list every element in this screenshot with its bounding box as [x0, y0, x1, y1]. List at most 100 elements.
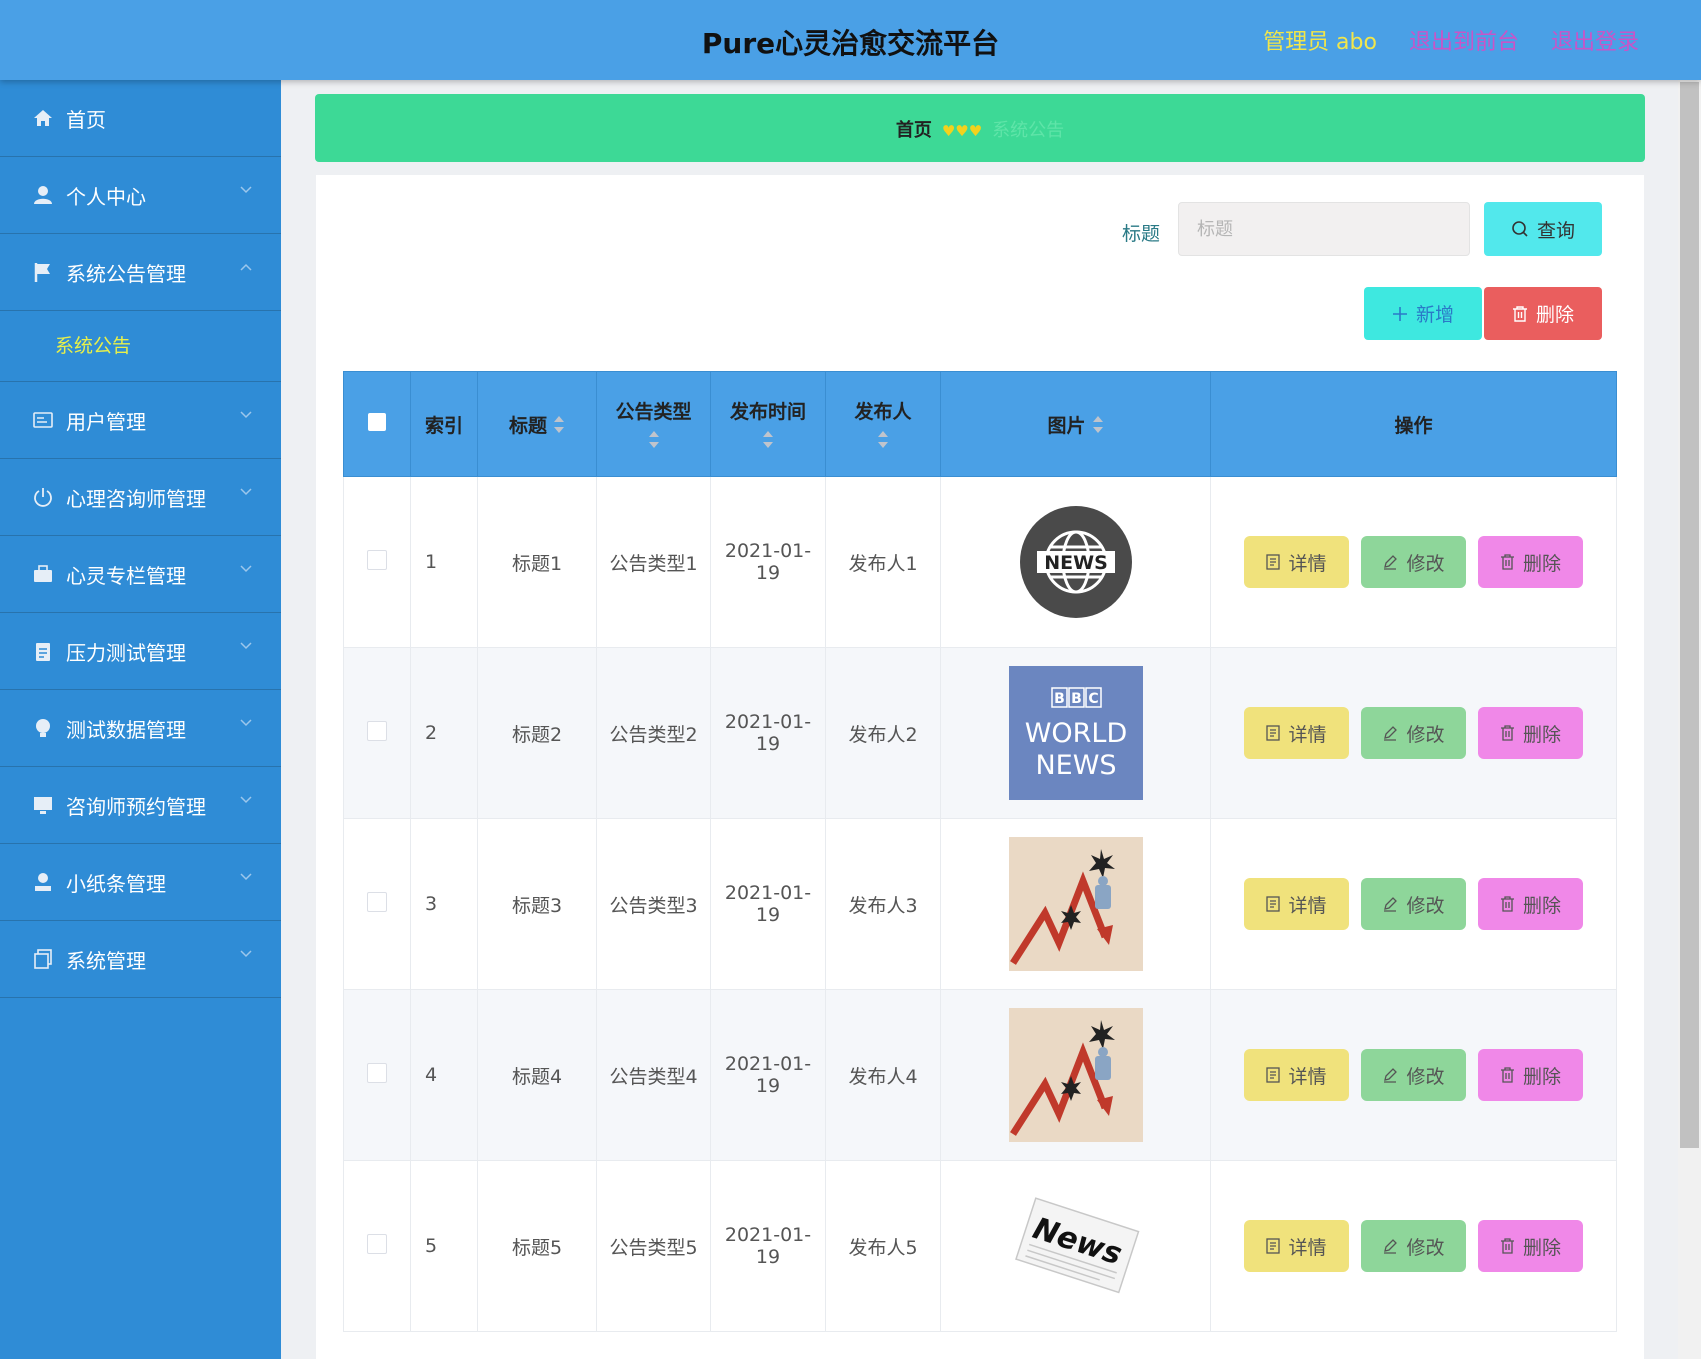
- top-links: 管理员 abo 退出到前台 退出登录: [1263, 24, 1639, 56]
- edit-icon: [1384, 897, 1398, 912]
- sort-icon[interactable]: [553, 415, 565, 437]
- detail-button-label: 详情: [1288, 552, 1327, 575]
- column-header-actions: 操作: [1210, 371, 1617, 477]
- person-icon: [35, 873, 51, 891]
- delete-button[interactable]: 删除: [1478, 1049, 1583, 1101]
- edit-button[interactable]: 修改: [1361, 707, 1466, 759]
- cell-image: [940, 989, 1211, 1161]
- sidebar-item-label: 小纸条管理: [66, 871, 166, 896]
- logout-link[interactable]: 退出登录: [1551, 24, 1639, 56]
- sidebar-item-home[interactable]: 首页: [0, 80, 281, 157]
- sidebar-item-users[interactable]: 用户管理: [0, 382, 281, 459]
- column-header-image[interactable]: 图片: [940, 371, 1211, 477]
- sort-icon[interactable]: [1092, 415, 1104, 437]
- delete-button[interactable]: 删除: [1478, 707, 1583, 759]
- title-search-input[interactable]: [1178, 202, 1470, 256]
- delete-button[interactable]: 删除: [1478, 1220, 1583, 1272]
- cell-time-part1: 2021-01-: [724, 882, 812, 904]
- admin-user-label[interactable]: 管理员 abo: [1263, 24, 1377, 56]
- copy-icon: [34, 949, 52, 969]
- sort-icon[interactable]: [648, 430, 660, 452]
- page-scrollbar-thumb[interactable]: [1680, 82, 1699, 1148]
- edit-button[interactable]: 修改: [1361, 536, 1466, 588]
- row-checkbox[interactable]: [367, 720, 387, 741]
- sort-icon[interactable]: [877, 430, 889, 452]
- detail-button[interactable]: 详情: [1244, 707, 1349, 759]
- news-globe-image[interactable]: NEWS: [1009, 495, 1143, 629]
- sidebar-item-columns[interactable]: 心灵专栏管理: [0, 536, 281, 613]
- delete-button-label: 删除: [1522, 1236, 1561, 1259]
- chevron-down-icon: [240, 642, 252, 650]
- cell-title: 标题3: [477, 818, 597, 990]
- detail-button[interactable]: 详情: [1244, 1220, 1349, 1272]
- column-header-title[interactable]: 标题: [477, 371, 597, 477]
- falling-chart-image[interactable]: [1008, 837, 1143, 971]
- chevron-up-icon: [240, 263, 252, 271]
- sidebar-subitem-announcement[interactable]: 系统公告: [0, 311, 281, 382]
- sidebar-item-counselors[interactable]: 心理咨询师管理: [0, 459, 281, 536]
- cell-time: 2021-01- 19: [710, 476, 826, 648]
- cell-type: 公告类型3: [596, 818, 711, 990]
- column-header-label: 图片: [1047, 414, 1086, 437]
- detail-button[interactable]: 详情: [1244, 878, 1349, 930]
- detail-button-label: 详情: [1288, 1065, 1327, 1088]
- edit-button[interactable]: 修改: [1361, 1220, 1466, 1272]
- table-row: 3 标题3 公告类型3 2021-01- 19 发布人3 详情 修改 删除: [343, 818, 1617, 990]
- table-row: 4 标题4 公告类型4 2021-01- 19 发布人4 详情 修改 删除: [343, 989, 1617, 1161]
- column-header-type[interactable]: 公告类型: [596, 371, 711, 477]
- sidebar-item-system[interactable]: 系统管理: [0, 921, 281, 998]
- batch-delete-button-label: 删除: [1535, 304, 1574, 326]
- delete-button[interactable]: 删除: [1478, 536, 1583, 588]
- batch-delete-button[interactable]: 删除: [1484, 287, 1602, 340]
- cell-image: NEWS: [940, 476, 1211, 648]
- row-checkbox[interactable]: [367, 1233, 387, 1254]
- sidebar-item-announcements[interactable]: 系统公告管理: [0, 234, 281, 311]
- falling-chart-image[interactable]: [1008, 1008, 1143, 1142]
- detail-button-label: 详情: [1288, 894, 1327, 917]
- column-header-publisher[interactable]: 发布人: [825, 371, 941, 477]
- sort-icon[interactable]: [762, 430, 774, 452]
- cell-time-part1: 2021-01-: [724, 1053, 812, 1075]
- row-checkbox[interactable]: [367, 549, 387, 570]
- row-checkbox[interactable]: [367, 891, 387, 912]
- newspaper-image[interactable]: News: [1008, 1179, 1143, 1313]
- cell-index: 5: [410, 1160, 478, 1332]
- sidebar-item-stress-tests[interactable]: 压力测试管理: [0, 613, 281, 690]
- chevron-down-icon: [240, 565, 252, 573]
- row-checkbox[interactable]: [367, 1062, 387, 1083]
- sidebar-item-notes[interactable]: 小纸条管理: [0, 844, 281, 921]
- trash-icon: [1500, 1067, 1514, 1083]
- edit-button-label: 修改: [1406, 1065, 1445, 1088]
- monitor-icon: [34, 797, 52, 814]
- delete-button[interactable]: 删除: [1478, 878, 1583, 930]
- cell-time-part2: 19: [755, 1075, 781, 1097]
- column-header-time[interactable]: 发布时间: [710, 371, 826, 477]
- exit-to-front-link[interactable]: 退出到前台: [1409, 24, 1519, 56]
- edit-icon: [1384, 726, 1398, 741]
- sidebar-item-test-data[interactable]: 测试数据管理: [0, 690, 281, 767]
- select-all-checkbox[interactable]: [368, 412, 386, 431]
- bbc-world-news-image[interactable]: B B C WORLD NEWS: [1008, 666, 1143, 800]
- detail-button[interactable]: 详情: [1244, 1049, 1349, 1101]
- sidebar-item-label: 系统管理: [66, 948, 146, 973]
- sidebar-item-label: 系统公告管理: [66, 261, 186, 286]
- add-button[interactable]: 新增: [1364, 287, 1482, 340]
- row-select-cell: [343, 1160, 411, 1332]
- svg-text:B: B: [1071, 691, 1082, 707]
- chevron-down-icon: [240, 719, 252, 727]
- document-icon: [1266, 554, 1281, 570]
- cell-time-part2: 19: [755, 562, 781, 584]
- detail-button[interactable]: 详情: [1244, 536, 1349, 588]
- sidebar-item-profile[interactable]: 个人中心: [0, 157, 281, 234]
- cell-title: 标题2: [477, 647, 597, 819]
- breadcrumb-home[interactable]: 首页: [896, 120, 932, 141]
- sidebar-item-label: 心灵专栏管理: [66, 563, 186, 588]
- cell-title: 标题5: [477, 1160, 597, 1332]
- query-button[interactable]: 查询: [1484, 202, 1602, 256]
- column-header-label: 公告类型: [615, 400, 692, 423]
- sidebar-item-label: 压力测试管理: [66, 640, 186, 665]
- cell-publisher: 发布人1: [825, 476, 941, 648]
- edit-button[interactable]: 修改: [1361, 878, 1466, 930]
- edit-button[interactable]: 修改: [1361, 1049, 1466, 1101]
- sidebar-item-appointments[interactable]: 咨询师预约管理: [0, 767, 281, 844]
